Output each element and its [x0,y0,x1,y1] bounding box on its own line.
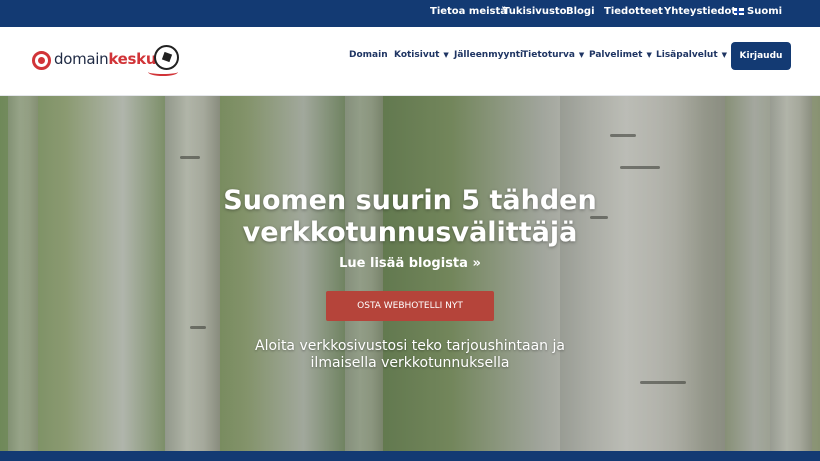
nav-jalleenmyynti[interactable]: Jälleenmyynti [454,50,523,60]
chevron-down-icon: ▼ [443,51,449,59]
chevron-down-icon: ▼ [721,51,728,59]
finland-flag-icon [734,8,744,15]
hero-overlay [0,96,820,451]
chevron-down-icon: ▼ [578,51,585,59]
hero-subtitle: Aloita verkkosivustosi teko tarjoushinta… [255,338,565,371]
top-link-about[interactable]: Tietoa meistä [430,6,507,17]
top-link-news[interactable]: Tiedotteet [604,6,663,17]
site-logo[interactable]: domainkeskus [32,44,182,80]
hero-title: Suomen suurin 5 tähden verkkotunnusvälit… [223,185,597,248]
logo-target-icon [32,51,51,70]
top-link-support[interactable]: Tukisivusto [503,6,567,17]
top-link-contact[interactable]: Yhteystiedot [664,6,736,17]
language-label: Suomi [747,6,783,17]
logo-text: domainkeskus [54,50,165,68]
hero-section: Suomen suurin 5 tähden verkkotunnusvälit… [0,96,820,451]
nav-palvelimet[interactable]: Palvelimet ▼ [589,50,652,60]
top-link-blog[interactable]: Blogi [566,6,595,17]
nav-domain[interactable]: Domain [349,50,388,60]
buy-webhotel-button[interactable]: OSTA WEBHOTELLI NYT [326,291,494,321]
top-bar: Tietoa meistä Tukisivusto Blogi Tiedotte… [0,0,820,27]
nav-lisapalvelut[interactable]: Lisäpalvelut ▼ [656,50,727,60]
chevron-down-icon: ▼ [646,51,652,59]
nav-kotisivut[interactable]: Kotisivut ▼ [394,50,449,60]
language-selector[interactable]: Suomi [734,6,782,17]
bottom-bar [0,451,820,461]
soccer-ball-icon [154,45,179,70]
logo-swoosh [148,68,178,76]
login-button[interactable]: Kirjaudu [731,42,791,70]
blog-link[interactable]: Lue lisää blogista » [0,256,820,271]
main-header: domainkeskus Domain Kotisivut ▼ Jälleenmy… [0,27,820,96]
nav-tietoturva[interactable]: Tietoturva ▼ [522,50,584,60]
